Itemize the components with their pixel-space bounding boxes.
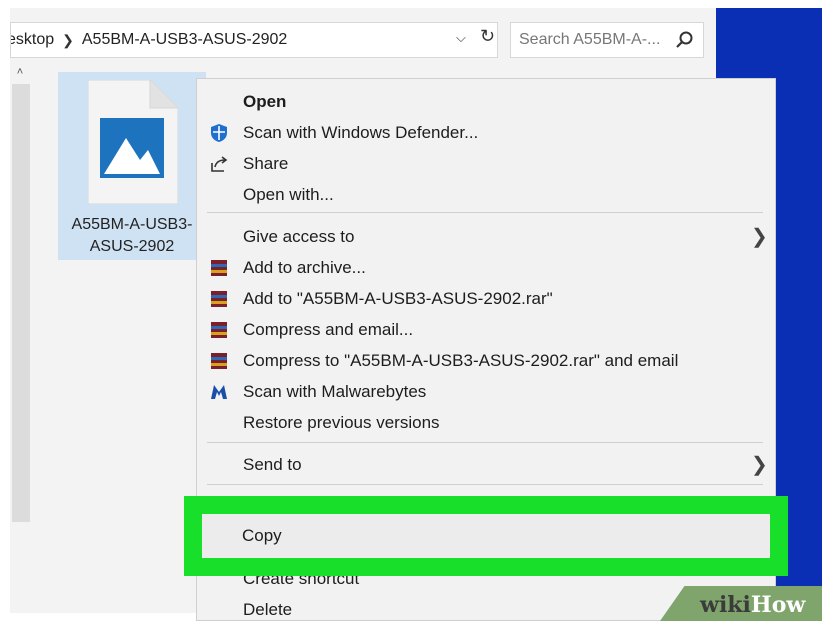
menu-item-delete[interactable]: Delete [243, 600, 292, 620]
breadcrumb-folder[interactable]: A55BM-A-USB3-ASUS-2902 [82, 31, 287, 49]
scroll-up-icon[interactable]: ˄ [12, 66, 28, 82]
winrar-icon [211, 322, 227, 338]
chevron-right-icon: ❯ [751, 226, 768, 248]
image-file-icon [88, 80, 178, 204]
menu-item-send-to[interactable]: Send to [243, 455, 302, 475]
chevron-right-icon: ❯ [751, 454, 768, 476]
file-name: A55BM-A-USB3- ASUS-2902 [58, 214, 206, 258]
menu-item-compress-email[interactable]: Compress and email... [243, 320, 413, 340]
watermark-wiki: wiki [700, 592, 751, 618]
menu-item-copy[interactable]: Copy [202, 514, 770, 558]
menu-item-copy-label: Copy [242, 526, 282, 545]
menu-item-open-with[interactable]: Open with... [243, 185, 334, 205]
menu-item-share[interactable]: Share [243, 154, 288, 174]
breadcrumb-separator-icon: ❯ [62, 31, 74, 48]
menu-item-scan-defender[interactable]: Scan with Windows Defender... [243, 123, 478, 143]
search-input[interactable]: Search A55BM-A-... [510, 22, 704, 58]
menu-item-add-to-rar[interactable]: Add to "A55BM-A-USB3-ASUS-2902.rar" [243, 289, 553, 309]
menu-divider [207, 442, 763, 443]
share-icon [211, 156, 228, 172]
malwarebytes-icon [211, 385, 227, 399]
file-name-line2: ASUS-2902 [89, 238, 175, 255]
winrar-icon [211, 291, 227, 307]
menu-item-give-access[interactable]: Give access to [243, 227, 355, 247]
chevron-down-icon[interactable]: ⌵ [456, 30, 466, 46]
menu-divider [207, 212, 763, 213]
wikihow-watermark: wikiHow [700, 592, 805, 618]
winrar-icon [211, 353, 227, 369]
scrollbar[interactable] [12, 84, 30, 522]
search-placeholder: Search A55BM-A-... [519, 31, 661, 48]
menu-divider [207, 484, 763, 485]
file-item[interactable]: A55BM-A-USB3- ASUS-2902 [58, 72, 206, 260]
winrar-icon [211, 260, 227, 276]
file-name-line1: A55BM-A-USB3- [71, 216, 193, 233]
watermark-how: How [750, 592, 806, 618]
search-icon[interactable] [675, 30, 695, 50]
refresh-icon[interactable]: ↻ [480, 26, 495, 47]
windows-defender-shield-icon [211, 124, 227, 142]
menu-item-open[interactable]: Open [243, 92, 286, 112]
menu-item-compress-to-rar-email[interactable]: Compress to "A55BM-A-USB3-ASUS-2902.rar"… [243, 351, 678, 371]
menu-item-scan-malwarebytes[interactable]: Scan with Malwarebytes [243, 382, 426, 402]
address-bar[interactable]: esktop ❯ A55BM-A-USB3-ASUS-2902 [10, 22, 498, 58]
menu-item-restore-versions[interactable]: Restore previous versions [243, 413, 440, 433]
breadcrumb-desktop[interactable]: esktop [11, 31, 54, 49]
menu-item-add-to-archive[interactable]: Add to archive... [243, 258, 366, 278]
